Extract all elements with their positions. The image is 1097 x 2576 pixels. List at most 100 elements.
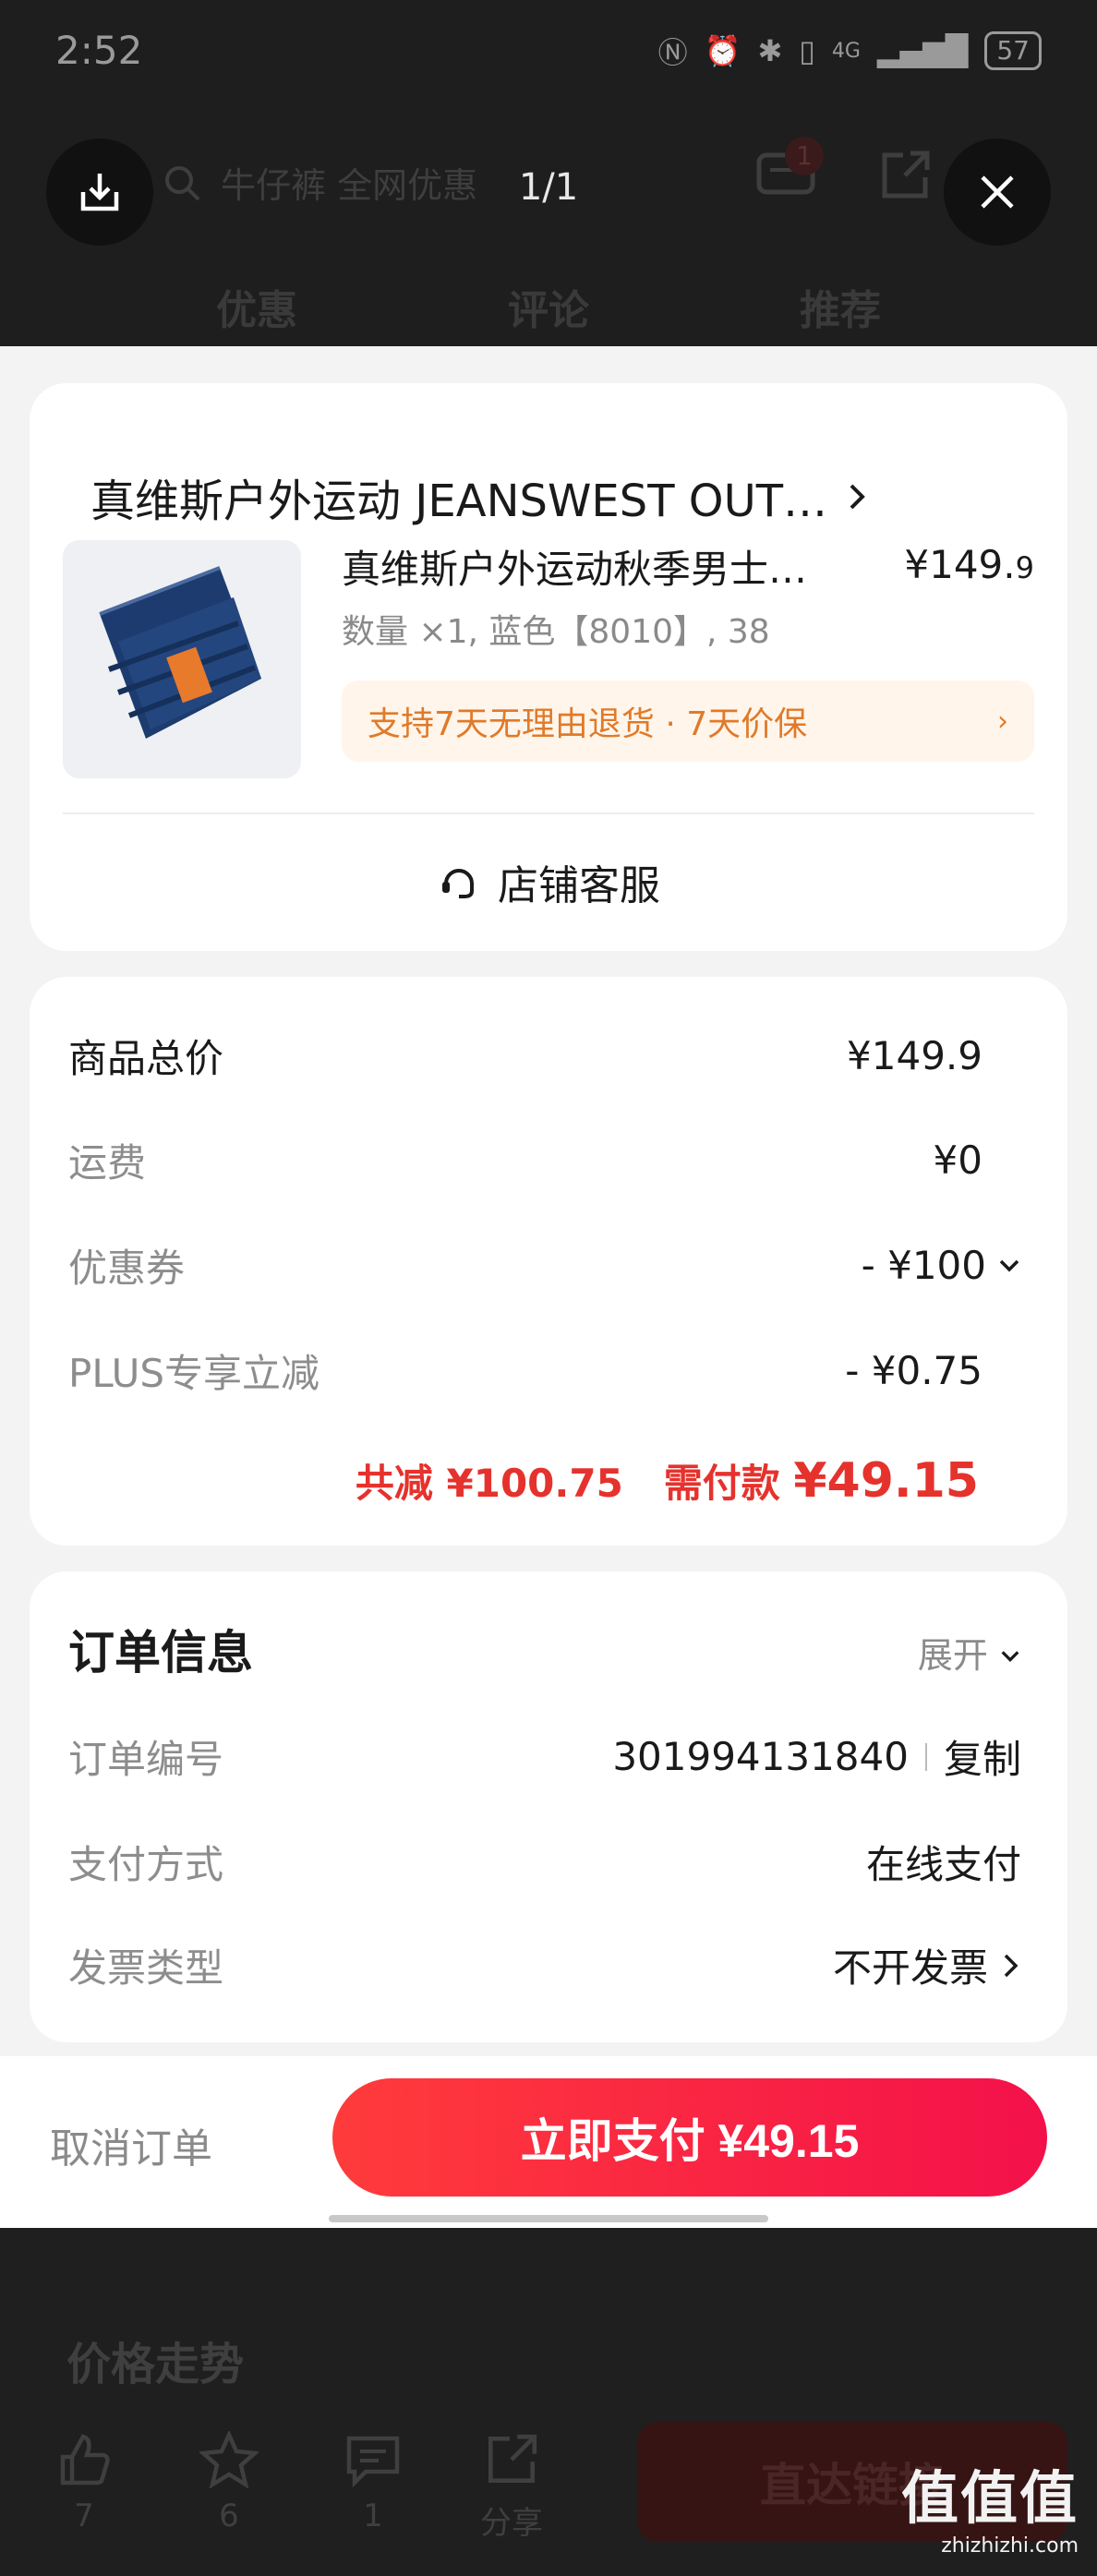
headset-icon	[442, 869, 474, 898]
saved-label: 共减	[355, 1461, 433, 1506]
watermark-brand: 值值值	[900, 2464, 1079, 2532]
signal-icon: ▂▄▆█	[876, 33, 969, 68]
thumbs-up-icon	[60, 2434, 110, 2486]
store-service-button[interactable]: 店铺客服	[30, 852, 1067, 911]
pricing-card: 商品总价 ¥149.9 运费 ¥0 优惠券 - ¥100 PLUS专享立减 - …	[30, 977, 1067, 1546]
price-row-label: 运费	[68, 1140, 147, 1186]
order-info-card: 订单信息 展开 订单编号 301994131840 复制 支付方式 在线支付 发…	[30, 1571, 1067, 2042]
like-action: 7	[55, 2431, 113, 2534]
home-indicator	[329, 2215, 768, 2222]
background-header: 牛仔裤 全网优惠 1 优惠 评论 推荐	[0, 102, 1097, 346]
product-spec: 数量 ×1, 蓝色【8010】, 38	[342, 613, 770, 651]
background-tab: 推荐	[800, 287, 881, 334]
chevron-right-icon	[1004, 1954, 1019, 1977]
product-card: 真维斯户外运动 JEANSWEST OUT… 真维斯户外运动秋季男士… ¥149…	[30, 383, 1067, 951]
order-number: 301994131840	[612, 1734, 909, 1779]
nfc-icon: Ⓝ	[657, 35, 688, 70]
background-search-text: 牛仔裤 全网优惠	[221, 165, 478, 206]
product-title[interactable]: 真维斯户外运动秋季男士…	[342, 538, 807, 595]
background-tabs: 优惠 评论 推荐	[0, 277, 1097, 336]
price-row: 商品总价 ¥149.9	[68, 1028, 1021, 1084]
info-row-label: 发票类型	[68, 1945, 224, 1991]
network-label: 4G	[831, 39, 861, 63]
expand-label: 展开	[917, 1635, 988, 1676]
price-row-value: ¥0	[933, 1138, 982, 1183]
favorite-count: 6	[219, 2498, 239, 2534]
store-name-row[interactable]: 真维斯户外运动 JEANSWEST OUT…	[90, 464, 870, 529]
order-info-title: 订单信息	[68, 1626, 253, 1679]
bluetooth-icon: ✱	[757, 33, 783, 68]
favorite-action: 6	[199, 2431, 259, 2534]
background-tab: 优惠	[216, 287, 297, 334]
product-thumbnail[interactable]	[63, 540, 301, 778]
price-total: 共减 ¥100.75 需付款 ¥49.15	[356, 1452, 979, 1509]
service-promise[interactable]: 支持7天无理由退货 · 7天价保 ›	[342, 680, 1034, 762]
background-tab: 评论	[508, 287, 589, 334]
invoice-type: 不开发票	[832, 1945, 988, 1991]
store-name: 真维斯户外运动 JEANSWEST OUT…	[90, 475, 828, 527]
comment-icon	[346, 2436, 400, 2488]
price-row-label: 商品总价	[68, 1036, 224, 1081]
comment-action: 1	[344, 2431, 403, 2534]
product-price: ¥149.9	[904, 542, 1034, 587]
status-time: 2:52	[55, 28, 143, 73]
order-number-row: 订单编号 301994131840 复制	[68, 1728, 1021, 1785]
divider	[63, 813, 1034, 814]
price-row: 运费 ¥0	[68, 1132, 1021, 1188]
saved-value: ¥100.75	[446, 1461, 623, 1506]
chevron-right-icon: ›	[997, 704, 1008, 738]
close-button[interactable]	[944, 138, 1051, 246]
price-row-value: - ¥0.75	[845, 1348, 982, 1393]
vibrate-icon: ▯	[799, 33, 815, 68]
background-footer: 价格走势 7 6 1 分享 直达链接 值值值 zhizhizhi.com	[0, 2228, 1097, 2576]
image-counter: 1/1	[518, 166, 579, 209]
service-promise-text: 支持7天无理由退货 · 7天价保	[368, 705, 808, 743]
expand-button[interactable]: 展开	[918, 1627, 1021, 1678]
chevron-down-icon	[1001, 1651, 1019, 1662]
price-row: PLUS专享立减 - ¥0.75	[68, 1342, 1021, 1399]
pay-now-button[interactable]: 立即支付 ¥49.15	[332, 2078, 1047, 2197]
payment-method-row: 支付方式 在线支付	[68, 1834, 1021, 1890]
battery-indicator: 57	[984, 31, 1042, 70]
due-value: ¥49.15	[793, 1453, 979, 1509]
cart-badge: 1	[785, 137, 824, 175]
share-icon	[877, 148, 933, 215]
store-service-label: 店铺客服	[498, 862, 660, 909]
coupon-row[interactable]: 优惠券 - ¥100	[68, 1237, 1021, 1294]
info-row-label: 订单编号	[68, 1737, 224, 1782]
share-label: 分享	[480, 2505, 543, 2542]
status-bar: 2:52 Ⓝ ⏰ ✱ ▯ 4G ▂▄▆█ 57	[0, 0, 1097, 102]
share-action: 分享	[480, 2431, 543, 2543]
alarm-icon: ⏰	[704, 33, 741, 68]
jeans-image	[63, 540, 301, 778]
product-price-main: ¥149.	[904, 542, 1016, 587]
close-icon	[981, 175, 1014, 209]
price-row-label: 优惠券	[68, 1246, 186, 1291]
share-icon	[488, 2434, 537, 2484]
price-row-value: - ¥100	[861, 1243, 986, 1288]
price-row-label: PLUS专享立减	[68, 1351, 320, 1396]
due-label: 需付款	[663, 1461, 780, 1506]
chevron-down-icon	[999, 1259, 1019, 1271]
site-watermark: 值值值 zhizhizhi.com	[901, 2451, 1079, 2558]
info-row-label: 支付方式	[68, 1842, 224, 1887]
cancel-order-button[interactable]: 取消订单	[50, 2115, 212, 2174]
watermark-url: zhizhizhi.com	[941, 2534, 1079, 2558]
search-icon	[165, 165, 200, 200]
status-icons: Ⓝ ⏰ ✱ ▯ 4G ▂▄▆█ 57	[658, 30, 1042, 72]
star-icon	[199, 2431, 259, 2488]
order-sheet: 真维斯户外运动 JEANSWEST OUT… 真维斯户外运动秋季男士… ¥149…	[0, 346, 1097, 2228]
like-count: 7	[74, 2498, 94, 2534]
download-icon	[80, 174, 119, 211]
product-price-decimal: 9	[1015, 550, 1034, 585]
comment-count: 1	[363, 2498, 383, 2534]
background-search: 牛仔裤 全网优惠	[162, 157, 477, 208]
download-button[interactable]	[46, 138, 153, 246]
invoice-row[interactable]: 发票类型 不开发票	[68, 1937, 1021, 1993]
copy-button[interactable]: 复制	[944, 1728, 1021, 1785]
divider	[924, 1742, 927, 1771]
price-trend-heading: 价格走势	[66, 2339, 245, 2390]
chevron-right-icon	[850, 484, 865, 510]
price-row-value: ¥149.9	[847, 1033, 982, 1078]
bottom-action-bar: 取消订单 立即支付 ¥49.15	[0, 2056, 1097, 2228]
